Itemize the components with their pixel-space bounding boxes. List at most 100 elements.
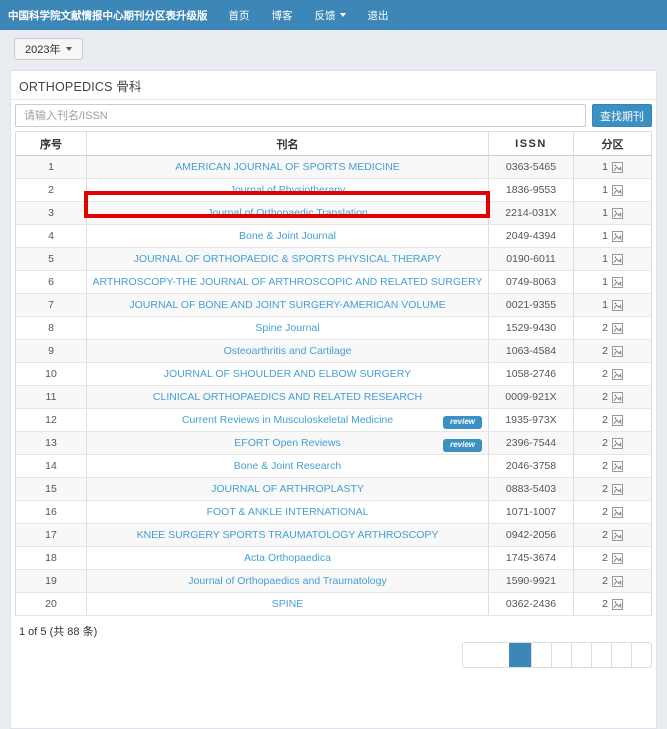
journal-link[interactable]: EFORT Open Reviews xyxy=(234,437,340,449)
journal-link[interactable]: CLINICAL ORTHOPAEDICS AND RELATED RESEAR… xyxy=(153,391,422,403)
partition-value: 2 xyxy=(574,340,652,363)
broken-image-icon xyxy=(612,277,623,288)
pagination-cell[interactable] xyxy=(571,643,591,667)
journal-link[interactable]: Spine Journal xyxy=(255,322,319,334)
issn-value: 0363-5465 xyxy=(489,156,574,179)
top-navbar: 中国科学院文献情报中心期刊分区表升级版 首页 博客 反馈 退出 xyxy=(0,0,667,30)
journal-link[interactable]: Current Reviews in Musculoskeletal Medic… xyxy=(182,414,393,426)
partition-value: 1 xyxy=(574,202,652,225)
nav-item-feedback[interactable]: 反馈 xyxy=(304,8,357,23)
issn-value: 2046-3758 xyxy=(489,455,574,478)
nav-item-blog-label: 博客 xyxy=(272,8,293,23)
table-row: 2Journal of Physiotherapy1836-95531 xyxy=(16,179,652,202)
row-index: 16 xyxy=(16,501,87,524)
navbar-brand[interactable]: 中国科学院文献情报中心期刊分区表升级版 xyxy=(8,8,208,23)
journal-link[interactable]: Journal of Physiotherapy xyxy=(230,184,346,196)
broken-image-icon xyxy=(612,461,623,472)
pagination-cell[interactable] xyxy=(631,643,651,667)
partition-value: 2 xyxy=(574,363,652,386)
pagination-cell[interactable] xyxy=(591,643,611,667)
journal-name-cell: CLINICAL ORTHOPAEDICS AND RELATED RESEAR… xyxy=(87,386,489,409)
partition-value: 2 xyxy=(574,501,652,524)
header-journal-name: 刊名 xyxy=(87,132,489,156)
row-index: 6 xyxy=(16,271,87,294)
nav-item-logout[interactable]: 退出 xyxy=(357,8,400,23)
broken-image-icon xyxy=(612,599,623,610)
journal-name-cell: ARTHROSCOPY-THE JOURNAL OF ARTHROSCOPIC … xyxy=(87,271,489,294)
row-index: 2 xyxy=(16,179,87,202)
year-dropdown-button[interactable]: 2023年 xyxy=(14,38,83,60)
journal-name-cell: Acta Orthopaedica xyxy=(87,547,489,570)
issn-value: 0009-921X xyxy=(489,386,574,409)
pagination-cell[interactable] xyxy=(551,643,571,667)
page-content: 2023年 ORTHOPEDICS 骨科 查找期刊 序号 刊名 ISSN 分区 … xyxy=(0,30,667,729)
row-index: 5 xyxy=(16,248,87,271)
issn-value: 2049-4394 xyxy=(489,225,574,248)
pagination-wrap xyxy=(15,642,652,668)
journal-link[interactable]: ARTHROSCOPY-THE JOURNAL OF ARTHROSCOPIC … xyxy=(93,276,483,288)
journal-link[interactable]: Bone & Joint Research xyxy=(234,460,341,472)
issn-value: 1071-1007 xyxy=(489,501,574,524)
table-row: 20SPINE0362-24362 xyxy=(16,593,652,616)
issn-value: 0362-2436 xyxy=(489,593,574,616)
journal-link[interactable]: Bone & Joint Journal xyxy=(239,230,336,242)
table-row: 18Acta Orthopaedica1745-36742 xyxy=(16,547,652,570)
journal-link[interactable]: Acta Orthopaedica xyxy=(244,552,331,564)
partition-value: 2 xyxy=(574,478,652,501)
journal-link[interactable]: JOURNAL OF BONE AND JOINT SURGERY-AMERIC… xyxy=(129,299,445,311)
partition-value: 2 xyxy=(574,570,652,593)
journal-name-cell: Osteoarthritis and Cartilage xyxy=(87,340,489,363)
row-index: 4 xyxy=(16,225,87,248)
partition-value: 1 xyxy=(574,271,652,294)
journal-name-cell: Current Reviews in Musculoskeletal Medic… xyxy=(87,409,489,432)
broken-image-icon xyxy=(612,553,623,564)
nav-item-blog[interactable]: 博客 xyxy=(261,8,304,23)
pagination-active-page[interactable] xyxy=(509,643,531,667)
search-button[interactable]: 查找期刊 xyxy=(592,104,652,127)
partition-value: 2 xyxy=(574,547,652,570)
row-index: 10 xyxy=(16,363,87,386)
pagination-cell[interactable] xyxy=(531,643,551,667)
row-index: 3 xyxy=(16,202,87,225)
journal-link[interactable]: KNEE SURGERY SPORTS TRAUMATOLOGY ARTHROS… xyxy=(137,529,439,541)
table-row: 4Bone & Joint Journal2049-43941 xyxy=(16,225,652,248)
issn-value: 1063-4584 xyxy=(489,340,574,363)
row-index: 17 xyxy=(16,524,87,547)
search-input[interactable] xyxy=(15,104,586,127)
nav-item-home[interactable]: 首页 xyxy=(218,8,261,23)
pagination-cell[interactable] xyxy=(463,643,509,667)
row-index: 19 xyxy=(16,570,87,593)
journal-name-cell: Spine Journal xyxy=(87,317,489,340)
table-row: 12Current Reviews in Musculoskeletal Med… xyxy=(16,409,652,432)
journal-link[interactable]: JOURNAL OF SHOULDER AND ELBOW SURGERY xyxy=(164,368,411,380)
journal-table: 序号 刊名 ISSN 分区 1AMERICAN JOURNAL OF SPORT… xyxy=(15,131,652,616)
partition-value: 2 xyxy=(574,455,652,478)
journal-link[interactable]: FOOT & ANKLE INTERNATIONAL xyxy=(207,506,369,518)
broken-image-icon xyxy=(612,300,623,311)
pagination-cell[interactable] xyxy=(611,643,631,667)
table-row: 15JOURNAL OF ARTHROPLASTY0883-54032 xyxy=(16,478,652,501)
issn-value: 0942-2056 xyxy=(489,524,574,547)
journal-link[interactable]: JOURNAL OF ORTHOPAEDIC & SPORTS PHYSICAL… xyxy=(134,253,442,265)
journal-link[interactable]: Osteoarthritis and Cartilage xyxy=(224,345,352,357)
issn-value: 1836-9553 xyxy=(489,179,574,202)
journal-link[interactable]: SPINE xyxy=(272,598,304,610)
broken-image-icon xyxy=(612,392,623,403)
header-index: 序号 xyxy=(16,132,87,156)
row-index: 20 xyxy=(16,593,87,616)
journal-link[interactable]: Journal of Orthopaedic Translation xyxy=(207,207,368,219)
journal-link[interactable]: JOURNAL OF ARTHROPLASTY xyxy=(211,483,364,495)
row-index: 7 xyxy=(16,294,87,317)
issn-value: 1058-2746 xyxy=(489,363,574,386)
journal-name-cell: Journal of Orthopaedics and Traumatology xyxy=(87,570,489,593)
caret-down-icon xyxy=(66,47,72,51)
issn-value: 1529-9430 xyxy=(489,317,574,340)
table-row: 16 FOOT & ANKLE INTERNATIONAL 1071-10072 xyxy=(16,501,652,524)
journal-link[interactable]: Journal of Orthopaedics and Traumatology xyxy=(188,575,386,587)
issn-value: 2396-7544 xyxy=(489,432,574,455)
row-index: 11 xyxy=(16,386,87,409)
journal-name-cell: Bone & Joint Research xyxy=(87,455,489,478)
broken-image-icon xyxy=(612,323,623,334)
journal-link[interactable]: AMERICAN JOURNAL OF SPORTS MEDICINE xyxy=(175,161,400,173)
broken-image-icon xyxy=(612,231,623,242)
